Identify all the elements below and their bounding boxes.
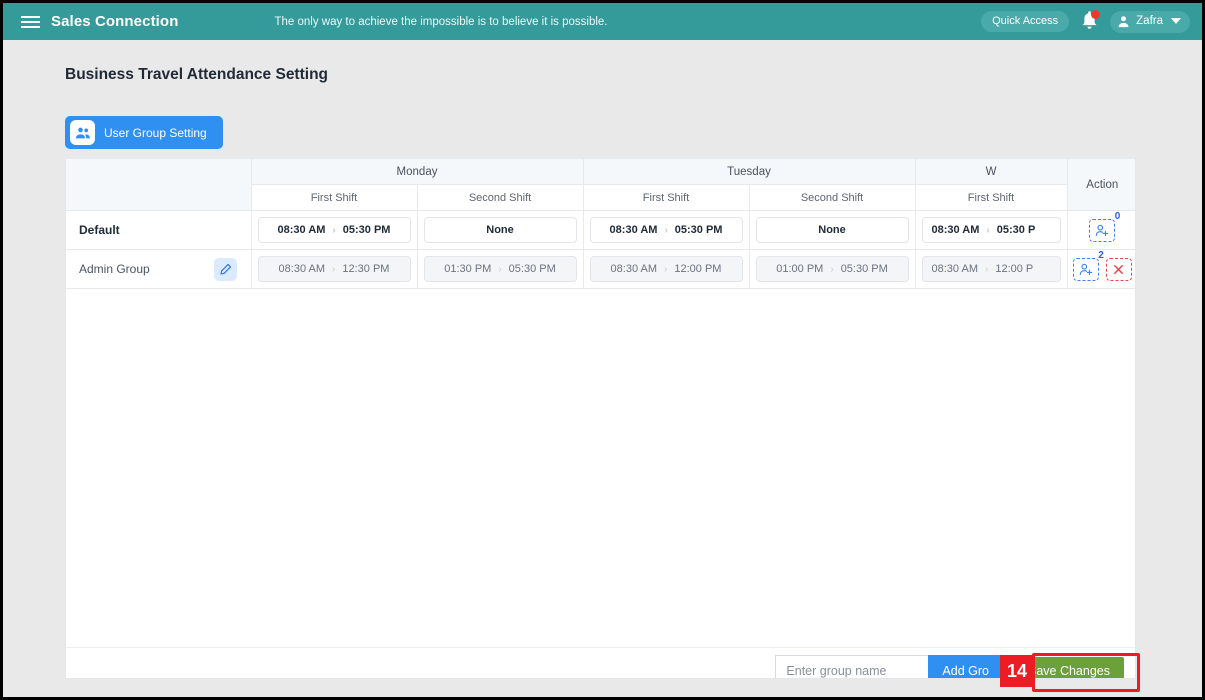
table-row: Default 08:30 AM › 05:30 PM None 08:30 A… (66, 210, 1135, 250)
table-row: Admin Group 08:30 AM › 12:30 PM 01:30 PM… (66, 249, 1135, 289)
shift-header-tue-first: First Shift (582, 184, 750, 211)
add-user-button[interactable]: 0 (1089, 211, 1120, 242)
day-header-wednesday: W (914, 158, 1068, 185)
delete-group-button[interactable] (1105, 257, 1132, 281)
shift-cell-mon-second[interactable]: None (416, 210, 584, 250)
attendance-table-card: Monday Tuesday W Action First Shift Seco… (65, 158, 1136, 679)
topbar-actions: Quick Access Zafra (981, 10, 1202, 33)
shift-header-mon-second: Second Shift (416, 184, 584, 211)
day-header-tuesday: Tuesday (582, 158, 916, 185)
assigned-user-count: 0 (1114, 210, 1121, 222)
shift-end-time: 12:00 P (995, 263, 1034, 275)
user-name-label: Zafra (1136, 15, 1163, 27)
hamburger-menu-icon[interactable] (11, 15, 49, 28)
group-name-cell-default: Default (66, 210, 252, 250)
shift-end-time: 05:30 PM (674, 224, 723, 236)
shift-header-tue-second: Second Shift (748, 184, 916, 211)
table-header-days-row: Monday Tuesday W Action (66, 158, 1135, 211)
footer-divider (66, 647, 1135, 648)
add-user-button[interactable]: 2 (1072, 250, 1104, 281)
quick-access-button[interactable]: Quick Access (981, 11, 1070, 32)
action-cell-default: 0 (1066, 210, 1135, 250)
shift-cell-tue-second[interactable]: None (748, 210, 916, 250)
assigned-user-count: 2 (1098, 249, 1104, 261)
shift-cell-tue-second[interactable]: 01:00 PM › 05:30 PM (748, 249, 916, 289)
shift-start-time: 01:30 PM (444, 263, 492, 275)
user-group-setting-button[interactable]: User Group Setting (65, 116, 223, 149)
chevron-down-icon (1171, 18, 1181, 24)
app-page: Sales Connection The only way to achieve… (3, 3, 1202, 697)
shift-header-wed-first: First Shift (914, 184, 1068, 211)
arrow-icon: › (985, 263, 989, 275)
pencil-edit-icon[interactable] (213, 257, 237, 281)
shift-none-label: None (818, 224, 846, 236)
arrow-icon: › (986, 224, 990, 236)
close-x-icon (1114, 264, 1124, 274)
day-header-monday: Monday (250, 158, 584, 185)
table-corner-cell (66, 158, 252, 211)
table-body: Default 08:30 AM › 05:30 PM None 08:30 A… (66, 210, 1135, 289)
shift-start-time: 08:30 AM (931, 224, 980, 236)
shift-end-time: 05:30 PM (508, 263, 556, 275)
action-cell-admin: 2 (1066, 249, 1135, 289)
shift-start-time: 01:00 PM (776, 263, 824, 275)
group-name-label: Admin Group (79, 262, 150, 276)
shift-cell-mon-first[interactable]: 08:30 AM › 05:30 PM (250, 210, 418, 250)
shift-none-label: None (486, 224, 514, 236)
user-group-icon (70, 120, 95, 145)
arrow-icon: › (830, 263, 834, 275)
add-user-icon (1095, 224, 1109, 236)
brand-title: Sales Connection (51, 13, 179, 30)
shift-cell-tue-first[interactable]: 08:30 AM › 12:00 PM (582, 249, 750, 289)
table-footer-actions: Add Gro Save Changes (775, 655, 1125, 678)
arrow-icon: › (664, 224, 668, 236)
attendance-table: Monday Tuesday W Action First Shift Seco… (66, 158, 1135, 289)
action-column-header: Action (1066, 158, 1135, 211)
user-group-setting-label: User Group Setting (104, 125, 207, 140)
shift-cell-wed-first[interactable]: 08:30 AM › 12:00 P (914, 249, 1068, 289)
user-menu-button[interactable]: Zafra (1110, 10, 1190, 33)
top-navigation-bar: Sales Connection The only way to achieve… (3, 3, 1202, 40)
shift-cell-mon-first[interactable]: 08:30 AM › 12:30 PM (250, 249, 418, 289)
arrow-icon: › (664, 263, 668, 275)
add-user-icon (1079, 263, 1092, 275)
shift-cell-tue-first[interactable]: 08:30 AM › 05:30 PM (582, 210, 750, 250)
shift-cell-wed-first[interactable]: 08:30 AM › 05:30 P (914, 210, 1068, 250)
group-name-cell-admin: Admin Group (66, 249, 252, 289)
annotation-step-number: 14 (1000, 655, 1034, 687)
table-header: Monday Tuesday W Action First Shift Seco… (66, 158, 1135, 211)
shift-start-time: 08:30 AM (931, 263, 978, 275)
arrow-icon: › (332, 263, 336, 275)
shift-start-time: 08:30 AM (278, 263, 326, 275)
user-avatar-icon (1118, 15, 1129, 27)
group-name-input[interactable] (775, 655, 929, 678)
shift-start-time: 08:30 AM (610, 263, 658, 275)
shift-end-time: 05:30 PM (342, 224, 391, 236)
arrow-icon: › (332, 224, 336, 236)
shift-start-time: 08:30 AM (609, 224, 658, 236)
add-group-button[interactable]: Add Gro (928, 655, 1003, 678)
shift-header-mon-first: First Shift (250, 184, 418, 211)
shift-end-time: 05:30 P (996, 224, 1036, 236)
notification-bell-icon[interactable] (1080, 10, 1101, 32)
page-title: Business Travel Attendance Setting (65, 66, 329, 83)
group-name-label: Default (79, 223, 120, 237)
shift-end-time: 12:00 PM (674, 263, 722, 275)
arrow-icon: › (498, 263, 502, 275)
table-empty-space (66, 315, 1135, 646)
shift-end-time: 12:30 PM (342, 263, 390, 275)
tagline-text: The only way to achieve the impossible i… (274, 15, 608, 28)
shift-start-time: 08:30 AM (277, 224, 326, 236)
shift-end-time: 05:30 PM (840, 263, 888, 275)
shift-cell-mon-second[interactable]: 01:30 PM › 05:30 PM (416, 249, 584, 289)
